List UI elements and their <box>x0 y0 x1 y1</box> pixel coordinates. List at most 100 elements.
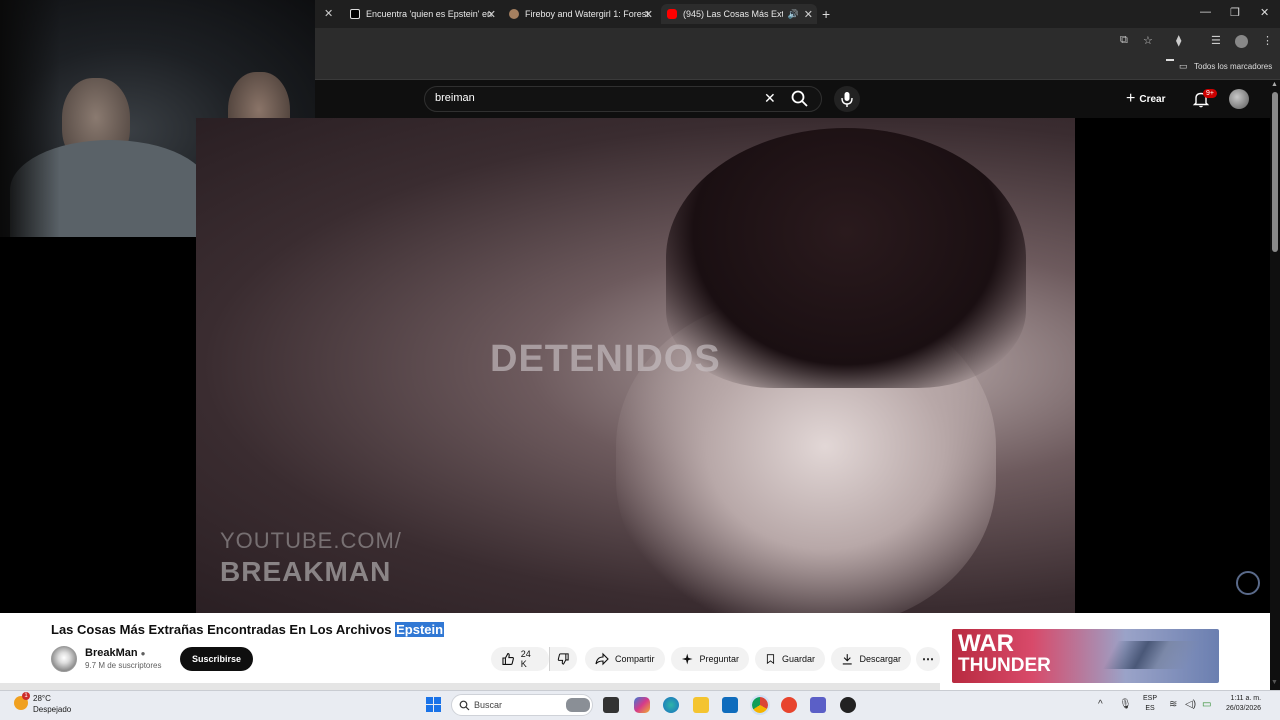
close-icon[interactable]: ✕ <box>644 8 653 21</box>
search-input[interactable] <box>435 92 755 104</box>
taskbar-search[interactable]: Buscar <box>451 694 593 716</box>
subscriber-count: 9.7 M de suscriptores <box>85 661 162 670</box>
keyboard-layout: ES <box>1145 705 1155 712</box>
teams-icon[interactable] <box>810 697 826 713</box>
tab-label: Encuentra 'quien es Epstein' en <box>366 9 493 19</box>
tray-overflow-icon[interactable]: ^ <box>1098 699 1103 710</box>
youtube-icon <box>667 9 677 19</box>
battery-icon[interactable]: ▭ <box>1202 699 1211 710</box>
bookmark-star-icon[interactable]: ☆ <box>1143 34 1153 47</box>
folder-icon: ▭ <box>1179 61 1188 71</box>
thumbs-up-icon <box>502 653 514 665</box>
weather-description[interactable]: Despejado <box>33 705 71 714</box>
player-letterbox-left <box>0 237 196 613</box>
share-button[interactable]: Compartir <box>585 647 665 671</box>
download-button[interactable]: Descargar <box>831 647 911 671</box>
profile-icon[interactable] <box>1235 35 1248 48</box>
search-icon <box>791 90 808 107</box>
notification-badge: 9+ <box>1203 89 1217 98</box>
video-title-highlight: Epstein <box>395 622 445 637</box>
like-button[interactable]: 24 K <box>491 647 549 671</box>
more-actions-button[interactable]: ⋯ <box>916 647 940 671</box>
tab-fireboy[interactable]: Fireboy and Watergirl 1: Forest ✕ <box>503 4 657 24</box>
copilot-icon[interactable] <box>634 697 650 713</box>
tiktok-icon <box>350 9 360 19</box>
game-icon <box>509 9 519 19</box>
wifi-icon[interactable]: ≋ <box>1169 699 1177 710</box>
chrome-icon[interactable] <box>750 695 770 715</box>
scrollbar-thumb[interactable] <box>1272 92 1278 252</box>
more-dots-icon: ⋯ <box>922 652 934 666</box>
keyboard-language[interactable]: ESP ES <box>1143 694 1157 714</box>
tab-epstein-search[interactable]: Encuentra 'quien es Epstein' en ✕ <box>344 4 500 24</box>
ad-banner[interactable]: WAR THUNDER <box>952 629 1219 683</box>
close-window-icon[interactable]: ✕ <box>1260 6 1269 19</box>
player-letterbox-right <box>1075 118 1270 613</box>
reading-list-icon[interactable]: ☰ <box>1211 34 1221 47</box>
save-button[interactable]: Guardar <box>755 647 825 671</box>
app-dark-icon[interactable] <box>840 697 856 713</box>
account-avatar[interactable] <box>1229 89 1249 109</box>
start-button[interactable] <box>426 697 441 712</box>
new-tab-button[interactable]: + <box>822 6 830 22</box>
subscribe-button[interactable]: Suscribirse <box>180 647 254 671</box>
microphone-icon <box>841 92 853 107</box>
ad-line-2: THUNDER <box>958 655 1051 676</box>
channel-watermark-icon[interactable] <box>1236 571 1260 595</box>
verified-icon: ● <box>140 649 146 658</box>
download-icon <box>842 654 852 665</box>
weather-badge: 1 <box>22 692 30 700</box>
video-watermark-channel: BREAKMAN <box>220 556 392 587</box>
tab-youtube-active[interactable]: (945) Las Cosas Más Extraña 🔊 ✕ <box>661 4 817 24</box>
voice-search-button[interactable] <box>834 86 860 112</box>
like-count: 24 K <box>520 649 531 669</box>
minimize-icon[interactable]: — <box>1200 6 1211 18</box>
channel-name-text: BreakMan <box>85 647 138 659</box>
dislike-button[interactable] <box>549 647 577 671</box>
windows-logo-tile <box>426 697 433 704</box>
bookmark-icon <box>766 654 775 665</box>
taskbar-clock[interactable]: 1:11 a. m. 26/03/2026 <box>1226 694 1261 714</box>
speaker-icon[interactable]: 🔊 <box>788 9 799 20</box>
tab-label: (945) Las Cosas Más Extraña <box>683 9 783 19</box>
share-label: Compartir <box>615 654 655 664</box>
tab-close-icon[interactable]: ✕ <box>324 7 333 20</box>
search-button[interactable] <box>790 89 814 109</box>
volume-icon[interactable]: ◁) <box>1185 699 1196 710</box>
weather-temperature[interactable]: 28°C <box>33 694 51 703</box>
ask-button[interactable]: Preguntar <box>671 647 749 671</box>
channel-avatar[interactable] <box>51 646 77 672</box>
clock-time: 1:11 a. m. <box>1230 695 1262 702</box>
bookmarks-separator <box>1166 59 1174 61</box>
edge-icon[interactable] <box>663 697 679 713</box>
thumbs-down-icon <box>557 653 569 665</box>
scroll-up-arrow-icon[interactable]: ▲ <box>1271 81 1278 88</box>
clock-date: 26/03/2026 <box>1226 705 1262 712</box>
file-explorer-icon[interactable] <box>693 697 709 713</box>
close-icon[interactable]: ✕ <box>487 8 496 21</box>
all-bookmarks-link[interactable]: Todos los marcadores <box>1194 62 1272 71</box>
search-icon <box>459 700 470 711</box>
install-app-icon[interactable]: ⧉ <box>1120 34 1128 47</box>
comments-divider <box>0 683 940 690</box>
search-highlight-icon <box>566 698 590 712</box>
create-button[interactable]: + Crear <box>1126 89 1165 109</box>
clear-search-icon[interactable]: ✕ <box>764 90 776 107</box>
restore-icon[interactable]: ❐ <box>1230 6 1240 19</box>
scroll-down-arrow-icon[interactable]: ▼ <box>1271 679 1278 686</box>
ad-line-1: WAR <box>958 630 1014 657</box>
search-box <box>424 86 822 112</box>
save-label: Guardar <box>781 654 815 664</box>
outlook-icon[interactable] <box>722 697 738 713</box>
video-overlay-caption: DETENIDOS <box>490 338 721 380</box>
webcam-shadow <box>0 0 60 237</box>
extensions-icon[interactable]: ⧫ <box>1176 34 1181 47</box>
windows-logo-tile <box>434 697 441 704</box>
menu-dots-icon[interactable]: ⋮ <box>1262 34 1273 47</box>
taskbar-search-placeholder: Buscar <box>474 700 503 710</box>
task-view-icon[interactable] <box>603 697 619 713</box>
tray-mic-icon[interactable]: 🎙 <box>1119 699 1132 710</box>
app-red-icon[interactable] <box>781 697 797 713</box>
channel-name[interactable]: BreakMan ● <box>85 647 145 659</box>
close-icon[interactable]: ✕ <box>804 8 813 21</box>
